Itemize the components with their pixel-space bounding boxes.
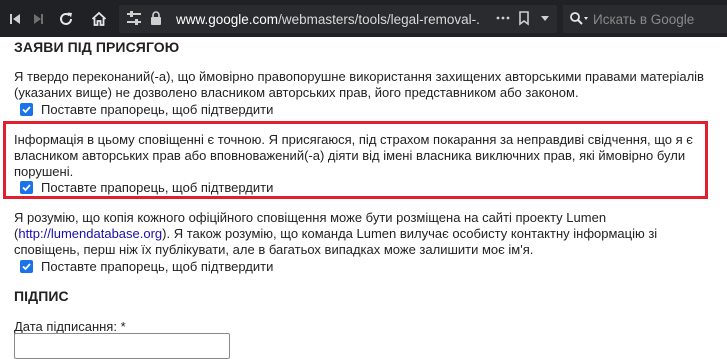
confirm-checkbox-2[interactable]: Поставте прапорець, щоб підтвердити: [20, 180, 273, 195]
checkbox-checked-icon[interactable]: [20, 181, 33, 194]
page-actions-icon[interactable]: [495, 10, 511, 31]
dropdown-arrow-icon[interactable]: [539, 10, 551, 31]
statement-1: Я твердо переконаний(-а), що ймовірно пр…: [14, 69, 704, 100]
signing-date-input[interactable]: [14, 333, 230, 359]
search-icon: [569, 11, 589, 32]
oath-heading: ЗАЯВИ ПІД ПРИСЯГОЮ: [14, 39, 180, 55]
lock-icon[interactable]: [149, 10, 163, 31]
checkbox-label: Поставте прапорець, щоб підтвердити: [41, 259, 274, 274]
checkbox-checked-icon[interactable]: [20, 260, 33, 273]
confirm-checkbox-1[interactable]: Поставте прапорець, щоб підтвердити: [20, 102, 273, 117]
confirm-checkbox-3[interactable]: Поставте прапорець, щоб підтвердити: [20, 259, 273, 274]
browser-toolbar: www.google.com/webmasters/tools/legal-re…: [0, 0, 727, 37]
checkbox-checked-icon[interactable]: [20, 103, 33, 116]
bookmark-icon[interactable]: [517, 10, 531, 31]
checkbox-label: Поставте прапорець, щоб підтвердити: [41, 102, 274, 117]
address-bar[interactable]: www.google.com/webmasters/tools/legal-re…: [119, 5, 557, 33]
page-content: ЗАЯВИ ПІД ПРИСЯГОЮ Я твердо переконаний(…: [0, 37, 727, 359]
signature-heading: ПІДПИС: [14, 288, 69, 304]
lumen-link[interactable]: http://lumendatabase.org: [18, 226, 162, 241]
tune-icon[interactable]: [126, 10, 142, 31]
statement-2: Інформація в цьому сповіщенні є точною. …: [14, 132, 693, 179]
search-placeholder[interactable]: Искать в Google: [593, 12, 694, 27]
signing-date-label: Дата підписання: *: [14, 319, 126, 334]
search-box[interactable]: Искать в Google: [563, 5, 727, 33]
step-forward-icon[interactable]: [25, 5, 51, 33]
checkbox-label: Поставте прапорець, щоб підтвердити: [41, 180, 274, 195]
statement-3: Я розумію, що копія кожного офіційного с…: [14, 210, 658, 257]
reload-icon[interactable]: [53, 5, 79, 33]
url-text[interactable]: www.google.com/webmasters/tools/legal-re…: [176, 12, 481, 27]
home-icon[interactable]: [86, 5, 112, 33]
